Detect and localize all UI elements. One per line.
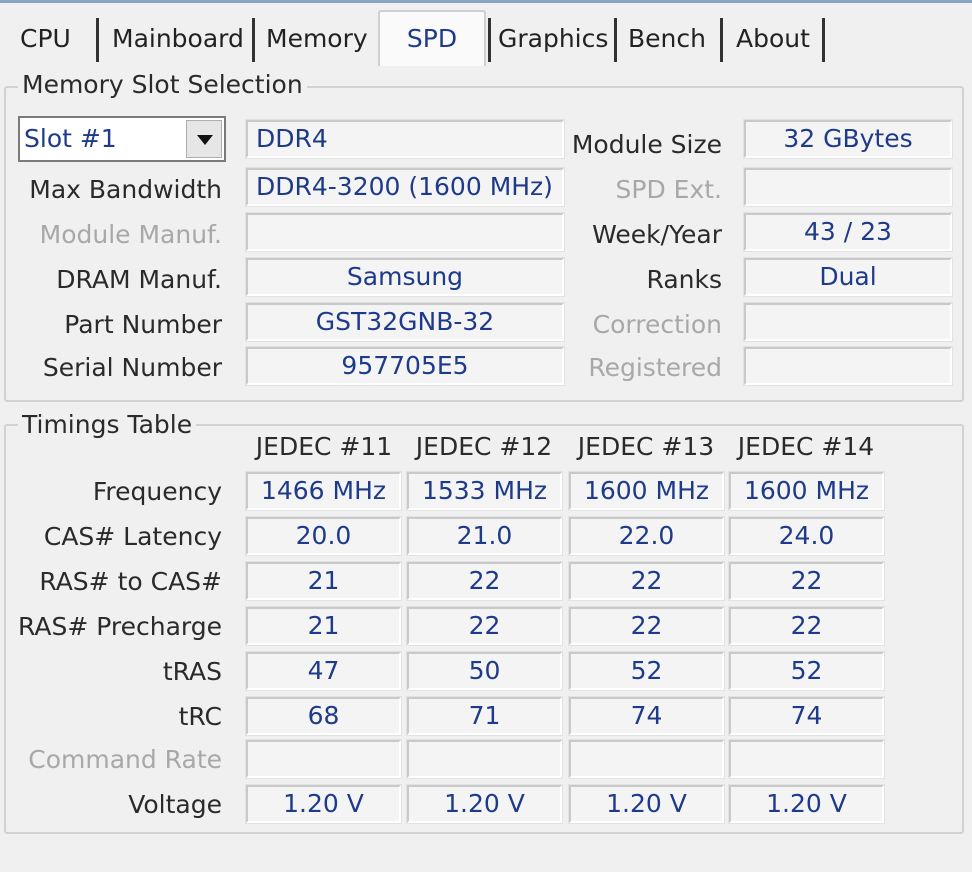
timing-row-label: Frequency	[92, 477, 222, 506]
timing-row-label: RAS# Precharge	[18, 612, 222, 641]
timing-column-header: JEDEC #11	[255, 432, 393, 461]
tab-divider	[720, 18, 723, 62]
timing-value-cell	[569, 740, 724, 778]
timing-row-label: Command Rate	[28, 745, 222, 774]
part-number-label: Part Number	[64, 310, 222, 339]
timing-value-cell: 1600 MHz	[569, 472, 724, 510]
timing-value-cell: 1466 MHz	[246, 472, 401, 510]
timing-value-cell: 1.20 V	[407, 785, 562, 823]
timing-row-label: tRAS	[162, 657, 222, 686]
timing-row-label: tRC	[178, 702, 222, 731]
timing-value-cell: 52	[569, 652, 724, 690]
timing-value-cell: 22	[569, 562, 724, 600]
module-size-field: 32 GBytes	[744, 120, 952, 158]
serial-number-label: Serial Number	[42, 353, 222, 382]
correction-label: Correction	[592, 310, 722, 339]
timing-value-cell: 1.20 V	[569, 785, 724, 823]
ranks-label: Ranks	[646, 265, 723, 294]
spd-ext-field	[744, 168, 952, 206]
week-year-label: Week/Year	[592, 220, 722, 249]
memory-slot-selection-legend: Memory Slot Selection	[18, 70, 307, 100]
week-year-field: 43 / 23	[744, 213, 952, 251]
timing-value-cell: 22	[729, 562, 884, 600]
timing-value-cell: 22	[729, 607, 884, 645]
timing-value-cell: 50	[407, 652, 562, 690]
timing-row-label: Voltage	[128, 790, 222, 819]
dram-manuf-label: DRAM Manuf.	[56, 265, 222, 294]
timing-value-cell: 1.20 V	[246, 785, 401, 823]
memory-type-field: DDR4	[246, 120, 564, 158]
slot-select[interactable]: Slot #1	[18, 116, 226, 162]
tab-bench[interactable]: Bench	[620, 14, 718, 64]
tab-mainboard[interactable]: Mainboard	[104, 14, 250, 64]
timing-value-cell: 74	[569, 697, 724, 735]
timing-value-cell: 21.0	[407, 517, 562, 555]
module-manuf-label: Module Manuf.	[39, 220, 222, 249]
timing-value-cell: 22	[407, 607, 562, 645]
timing-value-cell: 1600 MHz	[729, 472, 884, 510]
max-bandwidth-label: Max Bandwidth	[29, 175, 222, 204]
timing-column-header: JEDEC #14	[737, 432, 875, 461]
tab-graphics[interactable]: Graphics	[490, 14, 612, 64]
timing-value-cell: 20.0	[246, 517, 401, 555]
tab-spd[interactable]: SPD	[378, 10, 486, 66]
tab-cpu[interactable]: CPU	[12, 14, 94, 64]
timing-value-cell	[246, 740, 401, 778]
module-size-label: Module Size	[571, 130, 722, 159]
serial-number-field: 957705E5	[246, 347, 564, 385]
timing-row-label: CAS# Latency	[43, 522, 222, 551]
timings-table-legend: Timings Table	[18, 410, 197, 440]
slot-select-value: Slot #1	[24, 124, 117, 153]
timing-value-cell: 24.0	[729, 517, 884, 555]
dram-manuf-field: Samsung	[246, 258, 564, 296]
dropdown-button[interactable]	[186, 120, 222, 158]
timing-column-header: JEDEC #12	[415, 432, 553, 461]
timing-value-cell: 52	[729, 652, 884, 690]
timing-value-cell: 22	[569, 607, 724, 645]
timing-value-cell: 1.20 V	[729, 785, 884, 823]
chevron-down-icon	[197, 135, 213, 145]
tab-about[interactable]: About	[728, 14, 820, 64]
registered-label: Registered	[588, 353, 722, 382]
timing-value-cell: 21	[246, 562, 401, 600]
timing-value-cell: 22.0	[569, 517, 724, 555]
tab-memory[interactable]: Memory	[258, 14, 376, 64]
timing-value-cell	[729, 740, 884, 778]
window-top-border	[0, 0, 972, 3]
module-manuf-field	[246, 213, 564, 251]
timing-value-cell: 68	[246, 697, 401, 735]
registered-field	[744, 347, 952, 385]
spd-ext-label: SPD Ext.	[615, 175, 722, 204]
tab-divider	[614, 18, 617, 62]
timing-value-cell	[407, 740, 562, 778]
timing-row-label: RAS# to CAS#	[39, 567, 222, 596]
timing-column-header: JEDEC #13	[577, 432, 715, 461]
timing-value-cell: 21	[246, 607, 401, 645]
timing-value-cell: 47	[246, 652, 401, 690]
part-number-field: GST32GNB-32	[246, 303, 564, 341]
max-bandwidth-field: DDR4-3200 (1600 MHz)	[246, 168, 564, 206]
timing-value-cell: 22	[407, 562, 562, 600]
ranks-field: Dual	[744, 258, 952, 296]
timing-value-cell: 1533 MHz	[407, 472, 562, 510]
correction-field	[744, 303, 952, 341]
timing-value-cell: 74	[729, 697, 884, 735]
tab-divider	[822, 18, 825, 62]
timing-value-cell: 71	[407, 697, 562, 735]
tab-divider	[96, 18, 99, 62]
tab-divider	[252, 18, 255, 62]
